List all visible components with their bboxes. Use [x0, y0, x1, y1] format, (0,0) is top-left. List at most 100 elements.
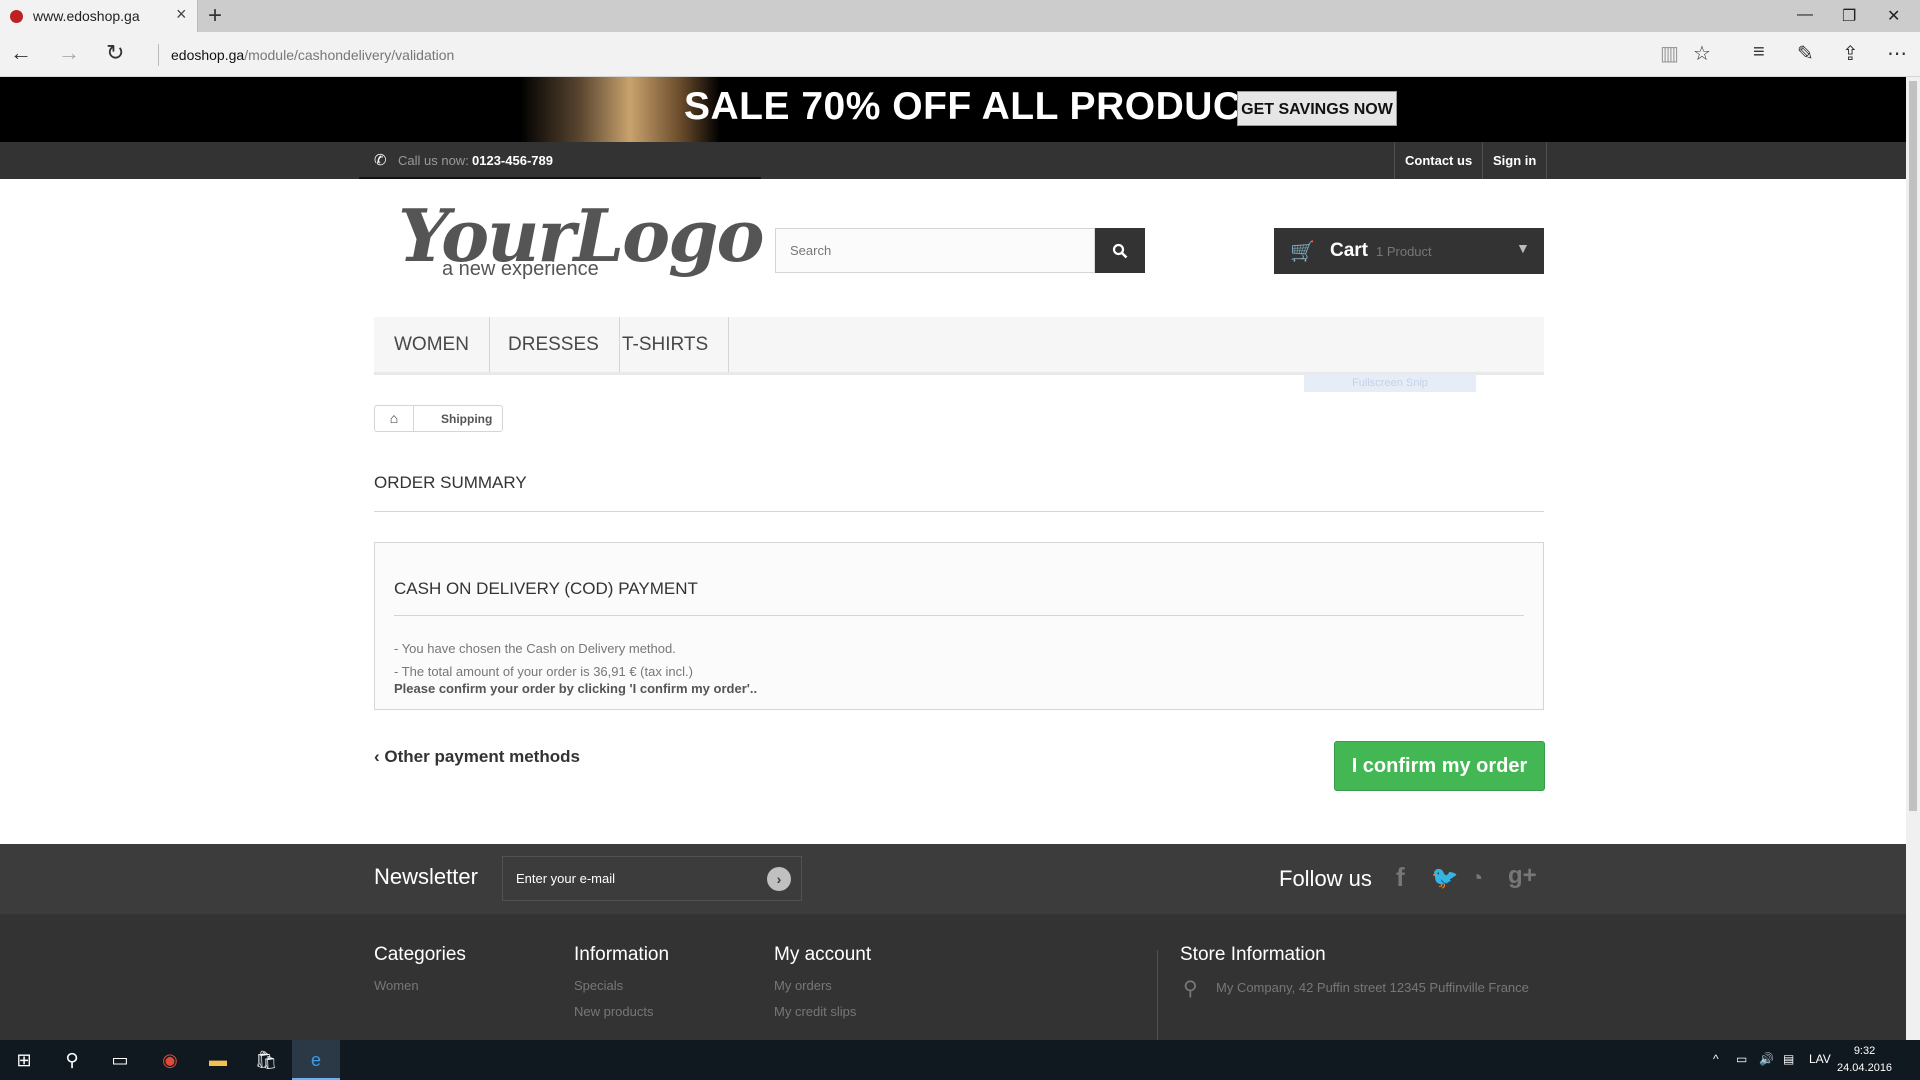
- language-indicator[interactable]: LAV: [1809, 1052, 1831, 1066]
- phone-icon: ✆: [374, 152, 387, 169]
- title-divider: [374, 511, 1544, 512]
- edge-taskbar-item[interactable]: e: [292, 1040, 340, 1080]
- url-field[interactable]: edoshop.ga/module/cashondelivery/validat…: [158, 44, 454, 66]
- logo-tagline: a new experience: [442, 258, 599, 280]
- footer-link-women[interactable]: Women: [374, 978, 419, 993]
- footer-link-credit-slips[interactable]: My credit slips: [774, 1004, 856, 1019]
- main-menu: WOMEN DRESSES T-SHIRTS: [374, 317, 1544, 375]
- edge-icon: e: [310, 1050, 321, 1070]
- search-button[interactable]: [1095, 228, 1145, 273]
- rss-icon[interactable]: ◔: [1470, 865, 1483, 891]
- cod-total-text: - The total amount of your order is 36,9…: [394, 664, 693, 679]
- footer-link-specials[interactable]: Specials: [574, 978, 623, 993]
- fullscreen-snip-overlay: Fullscreen Snip: [1304, 374, 1476, 392]
- close-tab-icon[interactable]: ×: [176, 4, 187, 25]
- search-placeholder: Search: [790, 243, 832, 258]
- newsletter-title: Newsletter: [374, 864, 478, 889]
- clock[interactable]: 9:32 24.04.2016: [1837, 1043, 1892, 1077]
- volume-icon[interactable]: 🔊: [1759, 1052, 1774, 1066]
- forward-icon[interactable]: →: [58, 40, 80, 66]
- home-icon[interactable]: ⌂: [375, 406, 413, 431]
- more-icon[interactable]: ⋯: [1887, 41, 1907, 66]
- restore-icon[interactable]: ❐: [1842, 6, 1856, 26]
- chrome-icon[interactable]: ◉: [146, 1040, 194, 1080]
- search-input[interactable]: Search: [775, 228, 1095, 273]
- menu-item-women[interactable]: WOMEN: [374, 317, 490, 372]
- contact-us-link[interactable]: Contact us: [1394, 142, 1482, 179]
- scrollbar-thumb[interactable]: [1909, 81, 1917, 811]
- newsletter-bar: Newsletter Enter your e-mail › Follow us…: [0, 844, 1906, 914]
- search-icon[interactable]: ⚲: [48, 1040, 96, 1080]
- newsletter-placeholder: Enter your e-mail: [516, 871, 615, 886]
- other-payment-methods-link[interactable]: ‹ Other payment methods: [374, 747, 580, 767]
- confirm-order-button[interactable]: I confirm my order: [1334, 741, 1545, 791]
- information-heading: Information: [574, 944, 670, 965]
- close-window-icon[interactable]: ✕: [1887, 6, 1900, 26]
- cod-payment-box: CASH ON DELIVERY (COD) PAYMENT - You hav…: [374, 542, 1544, 710]
- cart-label: Cart: [1330, 240, 1369, 261]
- menu-item-dresses[interactable]: DRESSES: [488, 317, 620, 372]
- browser-tab-bar: www.edoshop.ga × + — ❐ ✕: [0, 0, 1920, 32]
- clock-date: 24.04.2016: [1837, 1062, 1893, 1074]
- show-hidden-icons-icon[interactable]: ^: [1713, 1052, 1719, 1066]
- reading-view-icon[interactable]: ▥: [1660, 41, 1679, 66]
- breadcrumb: ⌂ Shipping: [374, 405, 503, 432]
- sale-banner[interactable]: SALE 70% OFF ALL PRODUCTS GET SAVINGS NO…: [0, 77, 1906, 142]
- tab-title: www.edoshop.ga: [33, 8, 140, 24]
- hub-icon[interactable]: ≡: [1753, 41, 1765, 64]
- categories-heading: Categories: [374, 944, 466, 965]
- file-explorer-icon[interactable]: ▬: [194, 1040, 242, 1080]
- new-tab-icon[interactable]: +: [208, 2, 222, 30]
- store-address: My Company, 42 Puffin street 12345 Puffi…: [1216, 980, 1529, 995]
- favorites-star-icon[interactable]: ☆: [1693, 41, 1711, 66]
- sign-in-link[interactable]: Sign in: [1482, 142, 1548, 179]
- phone-number: 0123-456-789: [472, 153, 553, 168]
- get-savings-button[interactable]: GET SAVINGS NOW: [1237, 91, 1397, 126]
- search-icon: [1112, 243, 1128, 259]
- shop-logo[interactable]: YourLogo a new experience: [398, 200, 764, 281]
- follow-us-title: Follow us: [1279, 866, 1372, 891]
- banner-text: SALE 70% OFF ALL PRODUCTS: [684, 85, 1293, 128]
- refresh-icon[interactable]: ↻: [106, 40, 124, 66]
- action-center-icon[interactable]: ▤: [1783, 1052, 1794, 1066]
- cart-button[interactable]: 🛒 Cart 1 Product ▼: [1274, 228, 1544, 274]
- cod-method-text: - You have chosen the Cash on Delivery m…: [394, 641, 676, 656]
- browser-tab[interactable]: www.edoshop.ga ×: [0, 0, 198, 32]
- chevron-left-icon: ‹: [374, 747, 385, 766]
- twitter-icon[interactable]: 🐦: [1431, 865, 1458, 891]
- task-view-icon[interactable]: ▭: [96, 1040, 144, 1080]
- chevron-down-icon: ▼: [1516, 240, 1530, 256]
- cod-confirm-instructions: Please confirm your order by clicking 'I…: [394, 681, 758, 696]
- facebook-icon[interactable]: f: [1396, 862, 1405, 893]
- windows-start-icon[interactable]: ⊞: [0, 1040, 48, 1080]
- footer-divider: [1157, 950, 1158, 1040]
- windows-taskbar: ⊞ ⚲ ▭ ◉ ▬ 🛍 e ^ ▭ 🔊 ▤ LAV 9:32 24.04.2016: [0, 1040, 1920, 1080]
- footer-link-new-products[interactable]: New products: [574, 1004, 653, 1019]
- minimize-icon[interactable]: —: [1797, 6, 1813, 24]
- network-icon[interactable]: ▭: [1736, 1052, 1747, 1066]
- page-scrollbar[interactable]: [1906, 77, 1920, 1040]
- other-payment-label: Other payment methods: [384, 747, 580, 766]
- divider: [359, 177, 761, 179]
- web-page: SALE 70% OFF ALL PRODUCTS GET SAVINGS NO…: [0, 77, 1906, 1040]
- google-plus-icon[interactable]: g+: [1508, 862, 1537, 890]
- web-note-icon[interactable]: ✎: [1797, 41, 1814, 66]
- cod-divider: [394, 615, 1524, 616]
- breadcrumb-separator: [413, 406, 425, 431]
- cart-icon: 🛒: [1290, 241, 1315, 263]
- footer-link-my-orders[interactable]: My orders: [774, 978, 832, 993]
- store-info-heading: Store Information: [1180, 944, 1326, 965]
- menu-item-tshirts[interactable]: T-SHIRTS: [602, 317, 730, 372]
- url-domain: edoshop.ga: [171, 47, 245, 63]
- store-icon[interactable]: 🛍: [242, 1040, 290, 1080]
- call-label: Call us now:: [398, 153, 469, 168]
- share-icon[interactable]: ⇪: [1842, 41, 1859, 66]
- cart-count: 1 Product: [1376, 244, 1432, 259]
- map-pin-icon: ⚲: [1183, 978, 1198, 1000]
- breadcrumb-current: Shipping: [441, 412, 493, 426]
- back-icon[interactable]: ←: [10, 40, 32, 66]
- newsletter-email-input[interactable]: Enter your e-mail ›: [502, 856, 802, 901]
- favicon-icon: [10, 10, 23, 23]
- newsletter-submit-icon[interactable]: ›: [767, 867, 791, 891]
- clock-time: 9:32: [1853, 1045, 1876, 1057]
